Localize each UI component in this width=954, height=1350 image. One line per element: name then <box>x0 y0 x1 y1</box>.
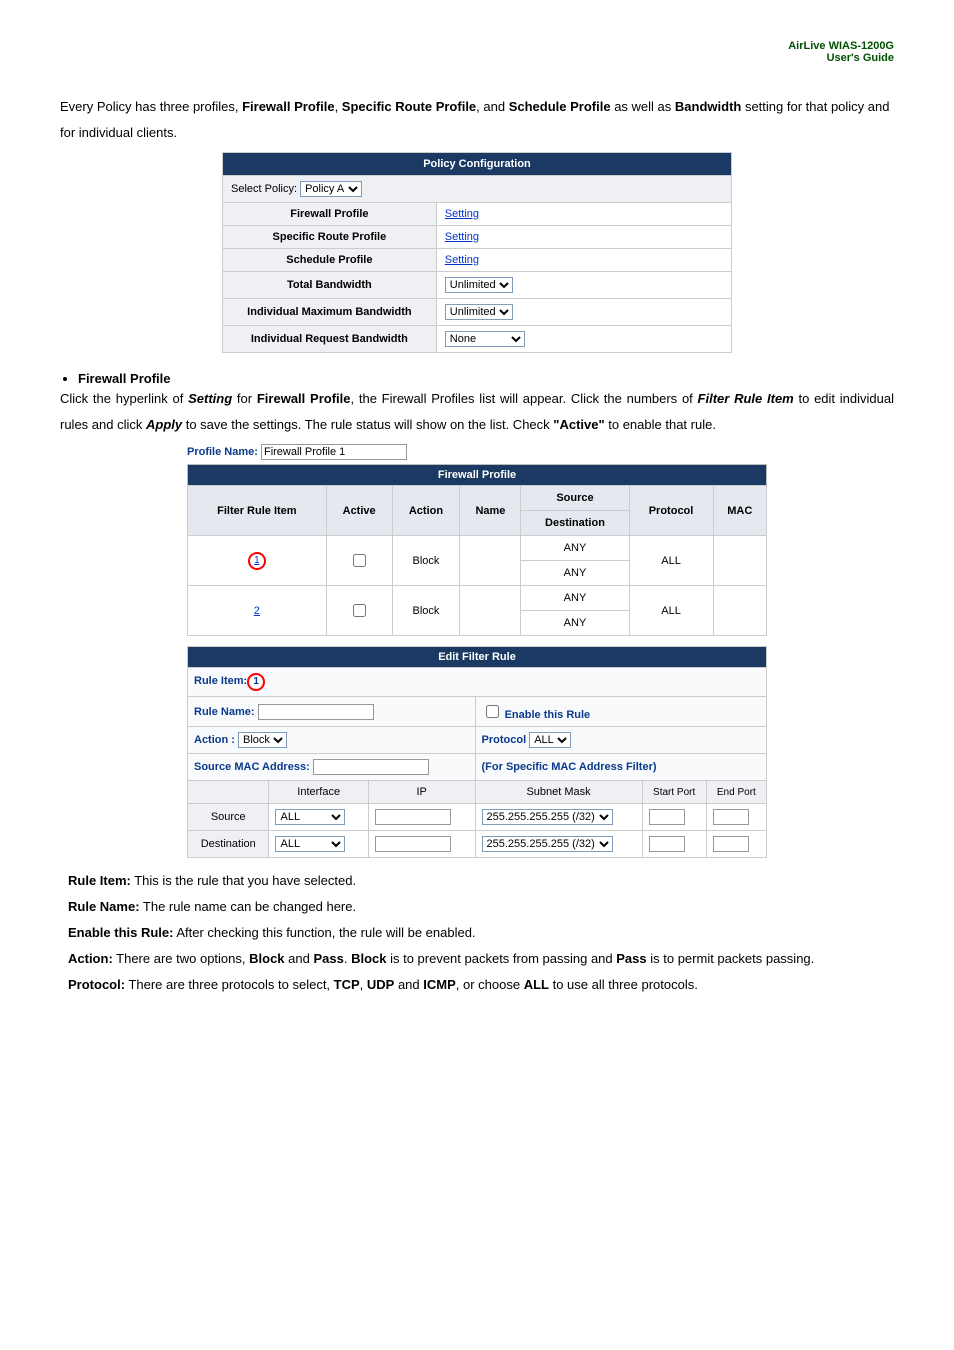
dst-ip-input[interactable] <box>375 836 451 852</box>
row-reqbw-label: Individual Request Bandwidth <box>223 326 437 353</box>
src-end-input[interactable] <box>713 809 749 825</box>
doc-name: User's Guide <box>827 52 894 64</box>
route-setting-link[interactable]: Setting <box>445 231 479 243</box>
protocol-cell: Protocol ALL <box>475 727 766 754</box>
src-ip-input[interactable] <box>375 809 451 825</box>
row-maxbw-label: Individual Maximum Bandwidth <box>223 299 437 326</box>
iface-head: Interface <box>269 781 368 804</box>
start-head: Start Port <box>642 781 706 804</box>
firewall-profile-table: Firewall Profile Filter Rule Item Active… <box>187 464 767 636</box>
dst-end-input[interactable] <box>713 836 749 852</box>
req-bw-select[interactable]: None <box>445 331 525 347</box>
max-bw-select[interactable]: Unlimited <box>445 304 513 320</box>
rule-2-src: ANY <box>521 586 629 611</box>
col-name: Name <box>460 486 521 536</box>
rule-2-name <box>460 586 521 636</box>
rule-1-name <box>460 536 521 586</box>
rule-item-row: Rule Item:1 <box>188 668 767 697</box>
ip-head: IP <box>368 781 475 804</box>
select-policy-dropdown[interactable]: Policy A <box>300 181 362 197</box>
col-source: Source <box>521 486 629 511</box>
row-schedule-label: Schedule Profile <box>223 249 437 272</box>
src-mask-select[interactable]: 255.255.255.255 (/32) <box>482 809 613 825</box>
mask-head: Subnet Mask <box>475 781 642 804</box>
mac-input[interactable] <box>313 759 429 775</box>
rule-2-active-checkbox[interactable] <box>353 604 366 617</box>
rule-name-input[interactable] <box>258 704 374 720</box>
action-select[interactable]: Block <box>238 732 287 748</box>
firewall-bullet: Firewall Profile <box>60 371 894 386</box>
total-bw-select[interactable]: Unlimited <box>445 277 513 293</box>
rule-item-2-link[interactable]: 2 <box>254 605 260 617</box>
edit-filter-table: Edit Filter Rule Rule Item:1 Rule Name: … <box>187 646 767 858</box>
rule-1-dst: ANY <box>521 561 629 586</box>
col-protocol: Protocol <box>629 486 713 536</box>
src-row-label: Source <box>188 804 269 831</box>
col-destination: Destination <box>521 511 629 536</box>
mac-note: (For Specific MAC Address Filter) <box>475 754 766 781</box>
page-header: AirLive WIAS-1200G User's Guide <box>60 40 894 64</box>
firewall-setting-link[interactable]: Setting <box>445 208 479 220</box>
col-mac: MAC <box>713 486 766 536</box>
intro-paragraph: Every Policy has three profiles, Firewal… <box>60 94 894 146</box>
rule-1-active-checkbox[interactable] <box>353 554 366 567</box>
profile-name-input[interactable] <box>261 444 407 460</box>
rule-item-1-link[interactable]: 1 <box>248 552 266 570</box>
src-iface-select[interactable]: ALL <box>275 809 345 825</box>
product-name: AirLive WIAS-1200G <box>788 40 894 52</box>
rule-1-src: ANY <box>521 536 629 561</box>
dst-iface-select[interactable]: ALL <box>275 836 345 852</box>
rule-1-action: Block <box>392 536 460 586</box>
col-action: Action <box>392 486 460 536</box>
schedule-setting-link[interactable]: Setting <box>445 254 479 266</box>
rule-1-proto: ALL <box>629 536 713 586</box>
firewall-table-title: Firewall Profile <box>188 465 767 486</box>
rule-item-num: 1 <box>247 673 265 691</box>
row-totalbw-label: Total Bandwidth <box>223 272 437 299</box>
firewall-description: Click the hyperlink of Setting for Firew… <box>60 386 894 438</box>
col-filter-rule: Filter Rule Item <box>188 486 327 536</box>
rule-name-cell: Rule Name: <box>188 697 476 727</box>
row-route-label: Specific Route Profile <box>223 226 437 249</box>
blank-head <box>188 781 269 804</box>
src-start-input[interactable] <box>649 809 685 825</box>
profile-name-row: Profile Name: <box>187 444 767 460</box>
protocol-select[interactable]: ALL <box>529 732 571 748</box>
enable-rule-cell: Enable this Rule <box>475 697 766 727</box>
row-firewall-label: Firewall Profile <box>223 203 437 226</box>
rule-2-proto: ALL <box>629 586 713 636</box>
policy-config-table: Policy Configuration Select Policy: Poli… <box>222 152 732 353</box>
dst-mask-select[interactable]: 255.255.255.255 (/32) <box>482 836 613 852</box>
rule-1-mac <box>713 536 766 586</box>
policy-config-title: Policy Configuration <box>223 153 732 176</box>
rule-2-dst: ANY <box>521 611 629 636</box>
dst-start-input[interactable] <box>649 836 685 852</box>
select-policy-row: Select Policy: Policy A <box>223 176 732 203</box>
rule-2-mac <box>713 586 766 636</box>
dst-row-label: Destination <box>188 831 269 858</box>
rule-2-action: Block <box>392 586 460 636</box>
col-active: Active <box>326 486 392 536</box>
mac-cell: Source MAC Address: <box>188 754 476 781</box>
enable-rule-checkbox[interactable] <box>486 705 499 718</box>
action-cell: Action : Block <box>188 727 476 754</box>
end-head: End Port <box>706 781 766 804</box>
field-notes: Rule Item: This is the rule that you hav… <box>68 868 894 998</box>
edit-filter-title: Edit Filter Rule <box>188 647 767 668</box>
